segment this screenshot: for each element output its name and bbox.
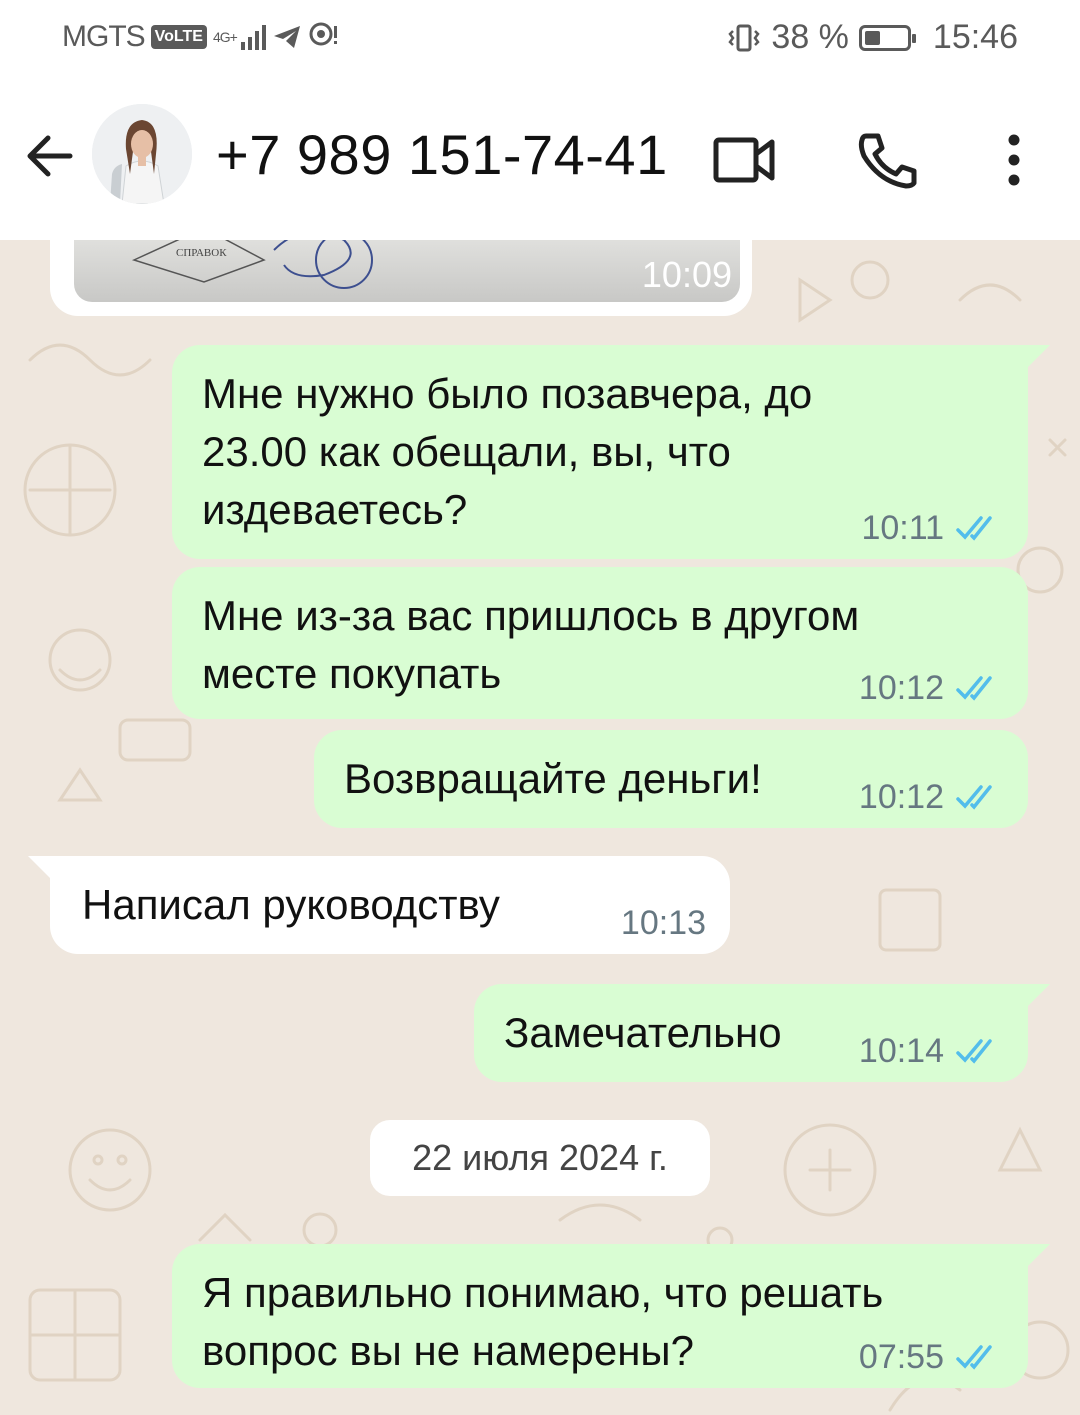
bubble-tail <box>1024 1244 1050 1270</box>
status-bar: MGTS VoLTE 4G+ 38 % 15:46 <box>0 0 1080 80</box>
outgoing-message[interactable]: Возвращайте деньги! 10:12 <box>314 730 1028 828</box>
read-receipt-icon <box>956 676 992 701</box>
message-meta: 10:13 <box>621 906 706 940</box>
network-type: 4G+ <box>212 29 238 45</box>
contact-name[interactable]: +7 989 151-74-41 <box>216 122 668 187</box>
message-meta: 10:12 <box>859 780 1004 814</box>
stamp-graphic: СПРАВОК <box>131 240 373 289</box>
volte-badge: VoLTE <box>150 25 207 49</box>
vibrate-icon <box>728 24 761 51</box>
svg-text:СПРАВОК: СПРАВОК <box>176 247 227 259</box>
message-time: 10:12 <box>858 778 944 816</box>
read-receipt-icon <box>956 516 992 541</box>
video-call-icon[interactable] <box>712 130 776 190</box>
status-right: 38 % 15:46 <box>727 18 1018 57</box>
message-text: Написал руководству <box>82 881 500 928</box>
read-receipt-icon <box>956 785 992 810</box>
status-left: MGTS VoLTE 4G+ <box>62 20 338 54</box>
battery-percent: 38 % <box>771 18 849 56</box>
message-time: 10:14 <box>858 1032 944 1070</box>
incoming-message[interactable]: Написал руководству 10:13 <box>28 856 730 954</box>
image-time: 10:09 <box>641 254 732 295</box>
outgoing-message[interactable]: Замечательно 10:14 <box>474 984 1050 1082</box>
read-receipt-icon <box>956 1345 992 1370</box>
message-time: 10:11 <box>861 509 944 547</box>
outgoing-message[interactable]: Я правильно понимаю, что решать вопрос в… <box>172 1244 1050 1388</box>
message-meta: 07:55 <box>859 1340 1004 1374</box>
clock: 15:46 <box>932 18 1018 56</box>
avatar[interactable] <box>92 104 192 204</box>
bubble-tail <box>1024 345 1050 371</box>
message-meta: 10:12 <box>859 671 1004 705</box>
chat-header: +7 989 151-74-41 <box>0 80 1080 240</box>
carrier-name: MGTS <box>62 20 146 53</box>
message-time: 10:12 <box>858 669 944 707</box>
date-separator: 22 июля 2024 г. <box>370 1120 710 1196</box>
signal-icon <box>240 24 266 50</box>
read-receipt-icon <box>956 1039 992 1064</box>
outgoing-message[interactable]: Мне из-за вас пришлось в другом месте по… <box>172 567 1028 719</box>
phone-icon[interactable] <box>856 130 920 190</box>
more-vert-icon[interactable] <box>990 130 1038 190</box>
chat-area[interactable]: СПРАВОК 10:09 Мне нужно было позавчера, … <box>0 240 1080 1415</box>
message-time: 10:13 <box>620 904 706 942</box>
bubble-tail <box>1024 984 1050 1010</box>
message-meta: 10:14 <box>859 1034 1004 1068</box>
avatar-image <box>92 104 192 204</box>
message-time: 07:55 <box>858 1338 944 1376</box>
back-arrow-icon[interactable] <box>22 128 78 184</box>
message-meta: 10:11 <box>861 511 1004 545</box>
bubble-tail <box>28 856 54 882</box>
telegram-icon <box>273 26 300 48</box>
outgoing-message[interactable]: Мне нужно было позавчера, до 23.00 как о… <box>172 345 1050 559</box>
image-message[interactable]: СПРАВОК 10:09 <box>50 240 752 316</box>
battery-icon <box>858 24 916 51</box>
location-icon <box>309 22 337 46</box>
document-photo[interactable]: СПРАВОК <box>74 240 740 302</box>
